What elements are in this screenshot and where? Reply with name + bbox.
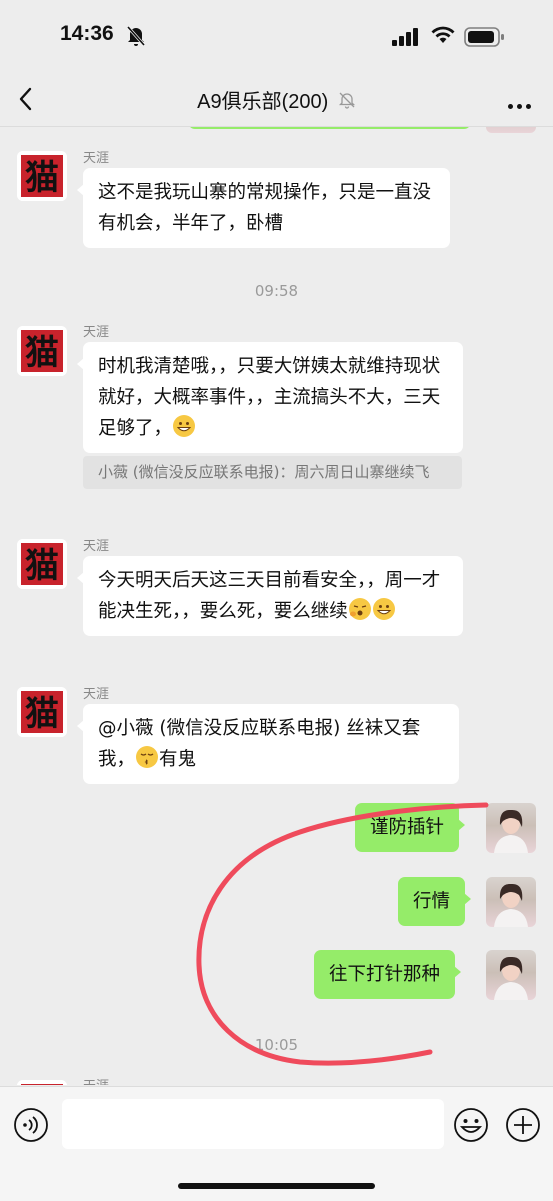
self-avatar[interactable] — [486, 877, 536, 927]
message-bubble[interactable]: @小薇 (微信没反应联系电报) 丝袜又套我， 有鬼 — [77, 704, 459, 784]
chat-title-text: A9俱乐部(200) — [197, 91, 329, 113]
emoji-icon[interactable] — [453, 1107, 489, 1147]
silent-bell-icon — [126, 25, 146, 51]
svg-text:猫: 猫 — [25, 546, 59, 586]
message-bubble[interactable]: 这不是我玩山寨的常规操作，只是一直没有机会，半年了，卧槽 — [77, 168, 450, 248]
message-text-tail: 有鬼 — [159, 749, 197, 770]
sender-name: 天涯 — [83, 1075, 109, 1085]
message-text: 这不是我玩山寨的常规操作，只是一直没有机会，半年了，卧槽 — [98, 182, 432, 234]
status-time: 14:36 — [60, 22, 114, 45]
message-timestamp: 09:58 — [254, 282, 299, 300]
svg-text:猫: 猫 — [25, 158, 59, 198]
sender-avatar[interactable]: 猫 — [17, 1080, 67, 1085]
sender-avatar[interactable]: 猫 — [17, 151, 67, 201]
partial-message-bubble[interactable] — [188, 127, 471, 129]
grin-emoji-icon — [173, 415, 196, 437]
quoted-message[interactable]: 小薇 (微信没反应联系电报)：周六周日山寨继续飞 — [83, 456, 462, 489]
message-timestamp: 10:05 — [254, 1036, 299, 1054]
message-bubble-self[interactable]: 往下打针那种 — [314, 950, 462, 999]
svg-text:猫: 猫 — [25, 694, 59, 734]
plus-circle-icon[interactable] — [505, 1107, 541, 1147]
message-text: 谨防插针 — [370, 817, 445, 838]
message-text: 行情 — [413, 891, 451, 912]
bell-slash-icon — [338, 91, 356, 115]
sender-name: 天涯 — [83, 151, 110, 166]
wifi-icon — [430, 25, 456, 49]
message-text: 往下打针那种 — [329, 964, 441, 985]
battery-icon — [464, 27, 506, 51]
message-bubble[interactable]: 时机我清楚哦，，只要大饼姨太就维持现状就好，大概率事件，，主流搞头不大，三天足够… — [77, 342, 463, 453]
home-indicator — [178, 1183, 375, 1189]
svg-text:猫: 猫 — [25, 333, 59, 373]
kissing-emoji-icon — [136, 746, 159, 768]
sender-name: 天涯 — [83, 539, 110, 554]
sender-name: 天涯 — [83, 687, 110, 702]
message-bubble-self[interactable]: 谨防插针 — [355, 803, 466, 852]
more-dots-icon[interactable] — [504, 94, 531, 113]
message-text: 时机我清楚哦，，只要大饼姨太就维持现状就好，大概率事件，，主流搞头不大，三天足够… — [98, 356, 441, 439]
quoted-text: 小薇 (微信没反应联系电报)：周六周日山寨继续飞 — [98, 463, 430, 481]
chat-title: A9俱乐部(200) — [0, 85, 553, 115]
voice-icon[interactable] — [13, 1107, 49, 1147]
message-input[interactable] — [62, 1099, 444, 1149]
self-avatar[interactable] — [486, 803, 536, 853]
self-avatar[interactable] — [486, 950, 536, 1000]
self-avatar[interactable] — [486, 127, 536, 133]
sender-avatar[interactable]: 猫 — [17, 687, 67, 737]
sender-avatar[interactable]: 猫 — [17, 539, 67, 589]
sender-name: 天涯 — [83, 325, 110, 340]
status-bar: 14:36 — [0, 0, 553, 70]
chat-header: A9俱乐部(200) — [0, 70, 553, 127]
chat-message-list[interactable]: 猫 天涯 这不是我玩山寨的常规操作，只是一直没有机会，半年了，卧槽 09:58 … — [0, 127, 553, 1085]
yawning-emoji-icon — [348, 598, 371, 620]
cellular-signal-icon — [392, 28, 420, 50]
message-bubble[interactable]: 今天明天后天这三天目前看安全，，周一才能决生死，，要么死，要么继续 — [77, 556, 463, 636]
message-bubble-self[interactable]: 行情 — [398, 877, 472, 926]
grin-emoji-icon — [372, 598, 395, 620]
sender-avatar[interactable]: 猫 — [17, 326, 67, 376]
